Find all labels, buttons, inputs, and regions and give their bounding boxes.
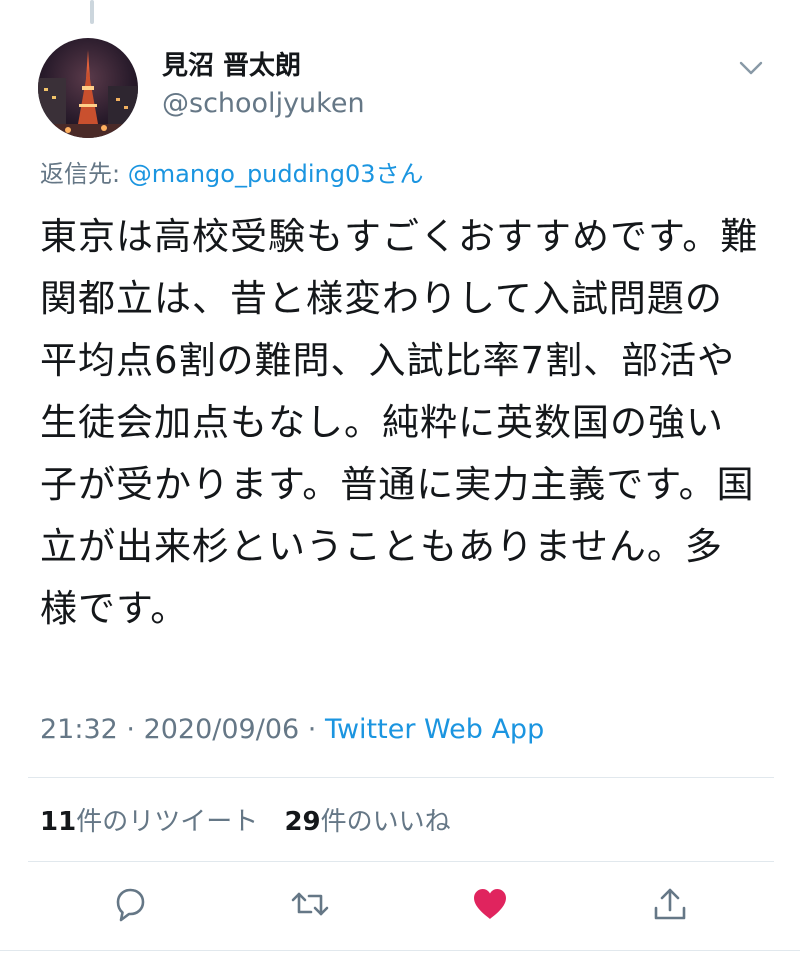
avatar[interactable] bbox=[38, 38, 138, 138]
share-icon bbox=[654, 888, 686, 920]
share-button[interactable] bbox=[650, 884, 690, 924]
avatar-tokyo-tower-image bbox=[38, 38, 138, 138]
tweet-source-link[interactable]: Twitter Web App bbox=[325, 714, 544, 745]
meta-separator: · bbox=[117, 714, 144, 745]
retweet-icon bbox=[291, 892, 329, 916]
likes-stat[interactable]: 29件のいいね bbox=[284, 807, 450, 837]
reply-icon bbox=[116, 888, 145, 922]
tweet-time[interactable]: 21:32 bbox=[40, 714, 118, 745]
divider bbox=[28, 861, 774, 862]
author-handle[interactable]: @schooljyuken bbox=[162, 87, 365, 121]
divider bbox=[28, 777, 774, 778]
reply-to-line: 返信先: @mango_pudding03さん bbox=[40, 158, 424, 190]
tweet-text: 東京は高校受験もすごくおすすめです。難関都立は、昔と様変わりして入試問題の平均点… bbox=[40, 215, 759, 630]
retweet-button[interactable] bbox=[290, 884, 330, 924]
retweets-label: 件のリツイート bbox=[76, 807, 259, 837]
reply-to-prefix: 返信先: bbox=[40, 160, 121, 188]
reply-button[interactable] bbox=[110, 884, 150, 924]
likes-count: 29 bbox=[284, 807, 321, 837]
retweets-count: 11 bbox=[40, 807, 77, 837]
engagement-stats: 11件のリツイート 29件のいいね bbox=[40, 805, 469, 839]
meta-separator: · bbox=[299, 714, 325, 745]
divider bbox=[0, 950, 800, 951]
tweet-metadata: 21:32 · 2020/09/06 · Twitter Web App bbox=[40, 712, 544, 748]
tweet-date[interactable]: 2020/09/06 bbox=[144, 714, 300, 745]
like-button[interactable] bbox=[470, 884, 510, 924]
author-name[interactable]: 見沼 晋太朗 bbox=[162, 50, 301, 82]
heart-icon bbox=[474, 889, 506, 919]
action-bar bbox=[0, 884, 800, 930]
likes-label: 件のいいね bbox=[320, 807, 451, 837]
tweet-detail: 見沼 晋太朗 @schooljyuken 返信先: @mango_pudding… bbox=[0, 0, 800, 957]
reply-to-mention-link[interactable]: @mango_pudding03 bbox=[128, 160, 376, 188]
thread-connector-line bbox=[90, 0, 94, 24]
chevron-down-icon[interactable] bbox=[738, 58, 764, 78]
retweets-stat[interactable]: 11件のリツイート bbox=[40, 807, 258, 837]
reply-to-suffix: さん bbox=[375, 160, 424, 188]
